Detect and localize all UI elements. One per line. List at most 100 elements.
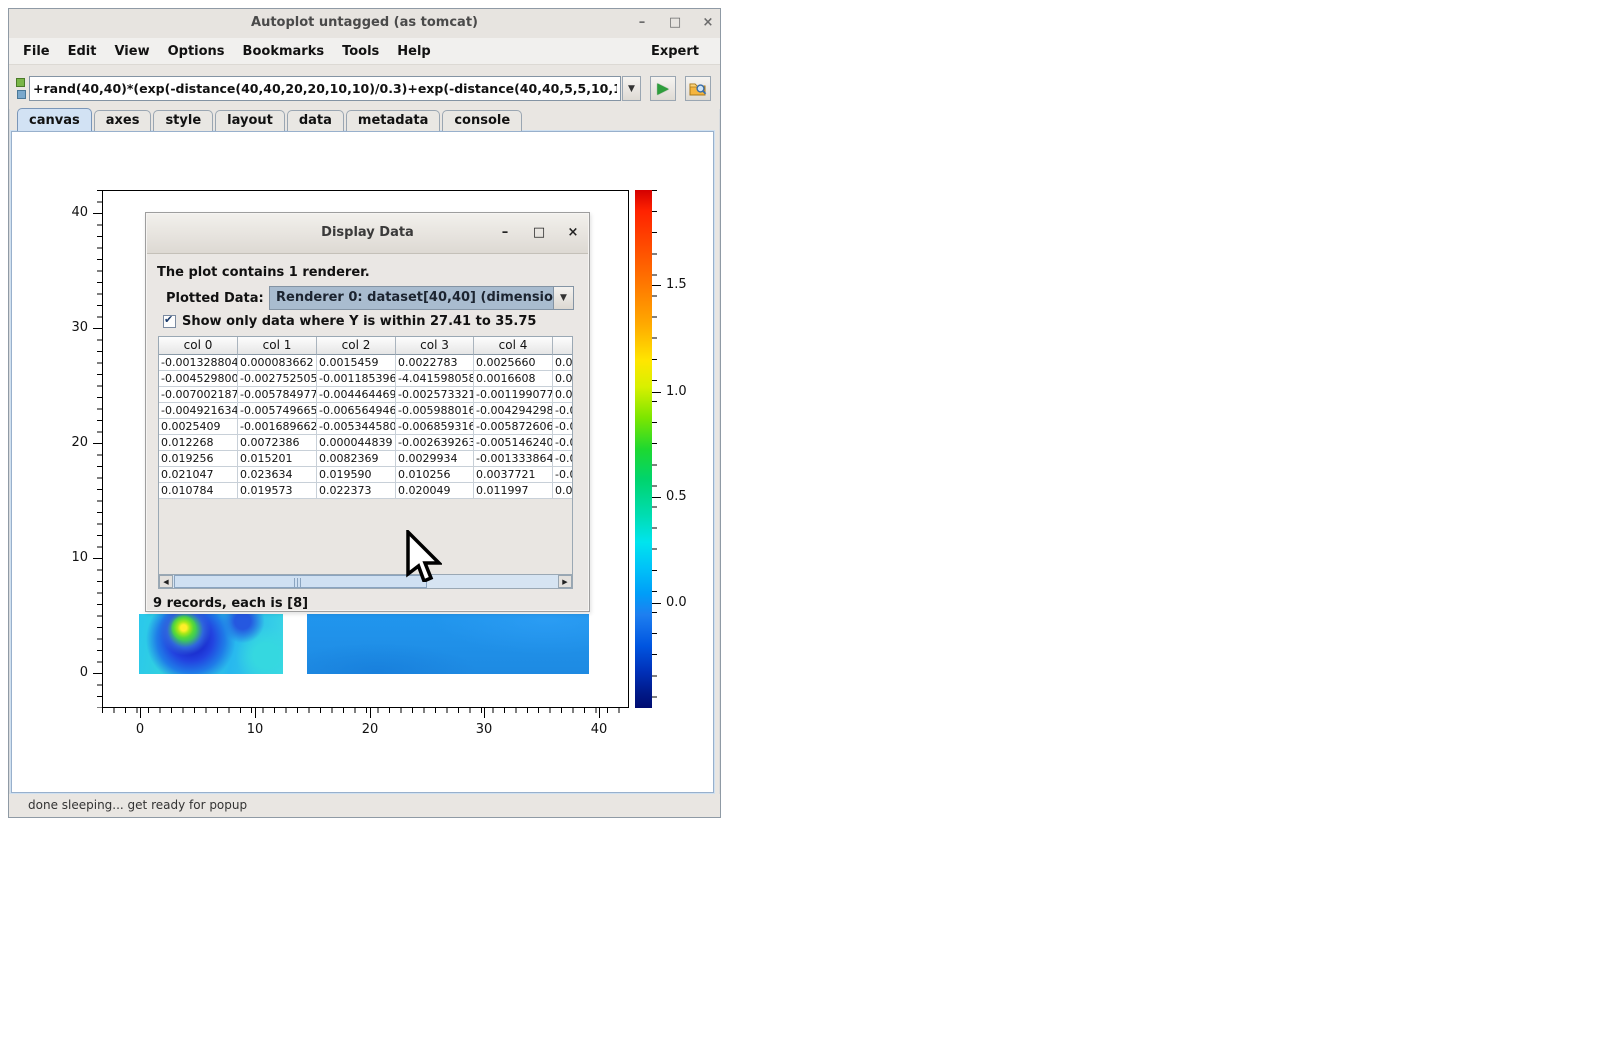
table-cell[interactable]: -0.002639263... (396, 435, 474, 451)
table-cell[interactable]: 0.000083662 (238, 355, 317, 371)
tab-canvas[interactable]: canvas (17, 108, 92, 131)
table-cell[interactable]: 0.0025409 (159, 419, 238, 435)
table-cell[interactable]: 0.019573 (238, 483, 317, 499)
table-cell[interactable]: 0.021047 (159, 467, 238, 483)
tab-axes[interactable]: axes (94, 110, 152, 131)
dialog-minimize-icon[interactable]: – (494, 222, 516, 244)
table-cell[interactable]: 0.0016608 (474, 371, 553, 387)
table-cell[interactable]: 0.0082369 (317, 451, 396, 467)
uri-input[interactable] (29, 76, 621, 101)
table-cell[interactable]: 0.0022783 (396, 355, 474, 371)
table-cell[interactable]: 0.0072386 (238, 435, 317, 451)
table-cell[interactable]: -0.005784977... (238, 387, 317, 403)
column-header[interactable]: col 1 (238, 337, 317, 355)
column-header[interactable]: col 4 (474, 337, 553, 355)
tab-console[interactable]: console (442, 110, 522, 131)
table-cell[interactable]: 0.00 (553, 387, 572, 403)
dialog-close-icon[interactable]: × (562, 222, 584, 244)
menu-bookmarks[interactable]: Bookmarks (234, 41, 334, 62)
table-cell[interactable]: 0.010784 (159, 483, 238, 499)
table-cell[interactable]: 0.0015459 (317, 355, 396, 371)
tab-data[interactable]: data (287, 110, 344, 131)
table-cell[interactable]: -0.0 (553, 435, 572, 451)
table-cell[interactable]: -0.006564946... (317, 403, 396, 419)
table-hscrollbar[interactable]: ◀ ▶ (158, 574, 573, 589)
table-cell[interactable]: -0.006859316... (396, 419, 474, 435)
table-cell[interactable]: 0.023634 (238, 467, 317, 483)
menu-expert[interactable]: Expert (642, 41, 708, 62)
close-icon[interactable]: × (697, 13, 719, 33)
column-header[interactable]: col 2 (317, 337, 396, 355)
table-cell[interactable]: 0.020049 (396, 483, 474, 499)
menu-edit[interactable]: Edit (59, 41, 106, 62)
table-cell[interactable]: -0.0 (553, 403, 572, 419)
table-cell[interactable]: 0.00 (553, 355, 572, 371)
table-cell[interactable]: -0.005872606... (474, 419, 553, 435)
column-header[interactable]: col 0 (159, 337, 238, 355)
table-cell[interactable]: 0.0029934 (396, 451, 474, 467)
table-cell[interactable]: -0.005988016... (396, 403, 474, 419)
colorbar-axis[interactable] (635, 190, 652, 708)
table-cell[interactable]: 0.012268 (159, 435, 238, 451)
table-cell[interactable]: -0.0 (553, 467, 572, 483)
menu-options[interactable]: Options (159, 41, 234, 62)
tab-metadata[interactable]: metadata (346, 110, 440, 131)
table-cell[interactable]: 0.00 (553, 371, 572, 387)
records-summary: 9 records, each is [8] (153, 596, 308, 611)
menu-view[interactable]: View (105, 41, 158, 62)
table-cell[interactable]: 0.015201 (238, 451, 317, 467)
plot-element-icon[interactable] (16, 78, 25, 87)
go-button[interactable]: ▶ (650, 76, 676, 101)
menu-help[interactable]: Help (388, 41, 439, 62)
table-cell[interactable]: -0.001199077... (474, 387, 553, 403)
table-cell[interactable]: -0.004294298... (474, 403, 553, 419)
table-cell[interactable]: -0.002752505... (238, 371, 317, 387)
table-cell[interactable]: -0.004464469... (317, 387, 396, 403)
uri-dropdown-button[interactable]: ▼ (622, 76, 641, 101)
table-cell[interactable]: 0.022373 (317, 483, 396, 499)
column-header[interactable]: col 3 (396, 337, 474, 355)
table-cell[interactable]: 0.019256 (159, 451, 238, 467)
table-cell[interactable]: 0.000044839 (317, 435, 396, 451)
table-cell[interactable]: -0.007002187... (159, 387, 238, 403)
table-cell[interactable]: -0.001333864... (474, 451, 553, 467)
tab-layout[interactable]: layout (215, 110, 285, 131)
table-cell[interactable]: -4.041598058... (396, 371, 474, 387)
window-titlebar[interactable]: Autoplot untagged (as tomcat) – □ × (9, 9, 720, 39)
plot-canvas[interactable]: 40 30 20 10 0 0 10 20 30 40 1.5 1.0 0.5 … (11, 131, 714, 793)
scrollbar-thumb[interactable] (174, 575, 427, 588)
table-cell[interactable]: -0.005146240... (474, 435, 553, 451)
column-header[interactable] (553, 337, 572, 355)
filter-label[interactable]: Show only data where Y is within 27.41 t… (182, 314, 536, 329)
table-cell[interactable]: 0.0025660 (474, 355, 553, 371)
table-cell[interactable]: -0.0 (553, 419, 572, 435)
scroll-left-icon[interactable]: ◀ (159, 575, 173, 588)
menu-tools[interactable]: Tools (333, 41, 388, 62)
menu-file[interactable]: File (21, 41, 59, 62)
maximize-icon[interactable]: □ (664, 13, 686, 33)
combo-dropdown-button[interactable]: ▼ (553, 286, 574, 310)
dialog-maximize-icon[interactable]: □ (528, 222, 550, 244)
table-cell[interactable]: -0.005749665... (238, 403, 317, 419)
table-cell[interactable]: -0.001689662... (238, 419, 317, 435)
inspect-uri-button[interactable] (685, 76, 711, 101)
table-cell[interactable]: -0.001185396... (317, 371, 396, 387)
table-cell[interactable]: 0.019590 (317, 467, 396, 483)
tab-style[interactable]: style (153, 110, 213, 131)
table-cell[interactable]: -0.004921634... (159, 403, 238, 419)
filter-checkbox[interactable]: ✔ (163, 315, 176, 328)
data-source-icon[interactable] (17, 90, 26, 99)
dialog-titlebar[interactable]: Display Data – □ × (147, 214, 588, 254)
table-cell[interactable]: -0.001328804... (159, 355, 238, 371)
table-cell[interactable]: 0.0037721 (474, 467, 553, 483)
minimize-icon[interactable]: – (631, 13, 653, 33)
table-cell[interactable]: 0.00 (553, 483, 572, 499)
table-cell[interactable]: -0.0 (553, 451, 572, 467)
scroll-right-icon[interactable]: ▶ (558, 575, 572, 588)
table-cell[interactable]: 0.011997 (474, 483, 553, 499)
table-cell[interactable]: -0.004529800... (159, 371, 238, 387)
table-cell[interactable]: -0.002573321... (396, 387, 474, 403)
table-cell[interactable]: 0.010256 (396, 467, 474, 483)
table-cell[interactable]: -0.005344580... (317, 419, 396, 435)
plotted-data-select[interactable]: Renderer 0: dataset[40,40] (dimension... (269, 286, 554, 310)
